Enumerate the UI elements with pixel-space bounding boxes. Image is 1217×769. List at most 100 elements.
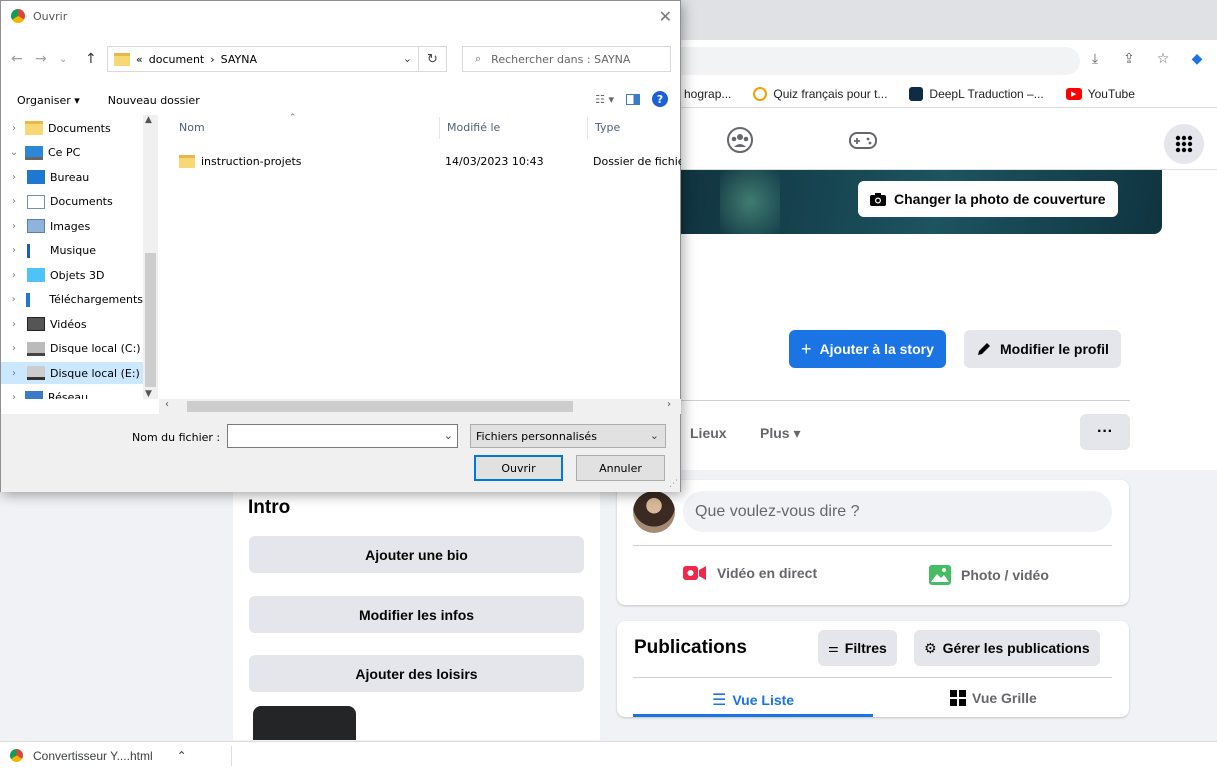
- expand-chevron-icon[interactable]: ›: [7, 245, 21, 256]
- bookmark-item[interactable]: Quiz français pour t...: [753, 86, 887, 101]
- list-icon: ☰: [712, 692, 727, 709]
- share-icon[interactable]: ⇪: [1121, 50, 1137, 66]
- tab-grid-view[interactable]: Vue Grille: [950, 690, 1037, 706]
- avatar[interactable]: [633, 491, 675, 533]
- expand-chevron-icon[interactable]: ⌄: [7, 147, 21, 158]
- grid-view-icon: [950, 690, 966, 706]
- help-icon[interactable]: ?: [652, 91, 668, 107]
- expand-chevron-icon[interactable]: ›: [7, 172, 21, 183]
- tree-item[interactable]: › Disque local (E:): [1, 362, 143, 384]
- expand-chevron-icon[interactable]: ›: [7, 221, 21, 232]
- horizontal-scrollbar-thumb[interactable]: [187, 401, 573, 412]
- tab-more[interactable]: Plus ▾: [760, 425, 800, 442]
- chevron-down-icon[interactable]: ⌄: [444, 429, 453, 442]
- add-bio-button[interactable]: Ajouter une bio: [249, 536, 584, 573]
- scroll-right-icon[interactable]: ›: [667, 399, 671, 410]
- install-icon[interactable]: ⤓: [1087, 50, 1103, 66]
- tree-item[interactable]: › Musique: [1, 240, 143, 262]
- open-button[interactable]: Ouvrir: [474, 455, 563, 481]
- photo-video-button[interactable]: Photo / vidéo: [929, 565, 1049, 585]
- extension-icon[interactable]: ◆: [1189, 50, 1205, 66]
- tree-item[interactable]: › Téléchargements: [1, 289, 143, 311]
- filename-input[interactable]: ⌄: [227, 424, 458, 448]
- breadcrumb-item[interactable]: SAYNA: [221, 53, 257, 66]
- edit-details-button[interactable]: Modifier les infos: [249, 596, 584, 633]
- search-input[interactable]: ⌕ Rechercher dans : SAYNA: [462, 46, 671, 72]
- expand-chevron-icon[interactable]: ›: [7, 319, 21, 330]
- download-icon: [26, 292, 44, 307]
- column-modified[interactable]: Modifié le: [447, 121, 500, 134]
- tree-item[interactable]: › Documents: [1, 117, 143, 139]
- expand-chevron-icon[interactable]: ›: [7, 392, 21, 399]
- tree-item[interactable]: › Images: [1, 215, 143, 237]
- tree-item[interactable]: › Bureau: [1, 166, 143, 188]
- view-options-icon[interactable]: ☷ ▾: [595, 93, 614, 106]
- tab-list-view[interactable]: ☰ Vue Liste: [712, 690, 794, 710]
- address-path[interactable]: « document › SAYNA ⌄: [107, 46, 419, 72]
- change-cover-button[interactable]: Changer la photo de couverture: [858, 181, 1118, 217]
- expand-chevron-icon[interactable]: ›: [7, 368, 21, 379]
- tab-places[interactable]: Lieux: [690, 425, 727, 441]
- forward-icon[interactable]: →: [35, 51, 47, 67]
- cancel-button[interactable]: Annuler: [576, 455, 665, 481]
- tree-item[interactable]: › Vidéos: [1, 313, 143, 335]
- preview-pane-icon[interactable]: [626, 93, 640, 105]
- bookmark-item[interactable]: ▶ YouTube: [1065, 87, 1135, 101]
- featured-thumbnail[interactable]: [253, 706, 356, 740]
- folder-icon: [25, 121, 43, 135]
- manage-posts-button[interactable]: ⚙ Gérer les publications: [914, 630, 1100, 666]
- expand-chevron-icon[interactable]: ›: [7, 196, 21, 207]
- expand-chevron-icon[interactable]: ›: [7, 123, 21, 134]
- grid-icon: [1175, 135, 1193, 153]
- filters-icon: ⚌: [828, 641, 839, 655]
- back-icon[interactable]: ←: [11, 51, 23, 67]
- expand-chevron-icon[interactable]: ›: [7, 343, 21, 354]
- tree-item[interactable]: › Objets 3D: [1, 264, 143, 286]
- youtube-icon: ▶: [1065, 87, 1082, 100]
- add-hobbies-button[interactable]: Ajouter des loisirs: [249, 655, 584, 692]
- computer-icon: [25, 145, 43, 160]
- groups-icon[interactable]: [726, 126, 754, 154]
- expand-chevron-icon[interactable]: ›: [7, 294, 20, 305]
- more-options-button[interactable]: ···: [1080, 414, 1130, 450]
- expand-chevron-icon[interactable]: ›: [7, 270, 21, 281]
- add-story-button[interactable]: + Ajouter à la story: [789, 330, 946, 368]
- tree-item[interactable]: ⌄ Ce PC: [1, 142, 143, 164]
- chevron-up-icon[interactable]: ⌃: [177, 749, 187, 763]
- file-row[interactable]: instruction-projets 14/03/2023 10:43 Dos…: [179, 151, 681, 171]
- resize-grip-icon[interactable]: ⋰: [669, 479, 678, 489]
- star-icon[interactable]: ☆: [1155, 50, 1171, 66]
- tree-item-label: Vidéos: [50, 317, 87, 331]
- column-type[interactable]: Type: [595, 121, 620, 134]
- tree-scrollbar-thumb[interactable]: [145, 253, 156, 387]
- tree-item[interactable]: › Disque local (C:): [1, 338, 143, 360]
- download-item[interactable]: Convertisseur Y....html ⌃: [0, 745, 232, 766]
- chevron-down-icon[interactable]: ⌄: [403, 52, 412, 65]
- videos-icon: [27, 317, 45, 331]
- column-name[interactable]: Nom: [179, 121, 205, 134]
- tree-item[interactable]: › Réseau: [1, 387, 143, 399]
- new-folder-button[interactable]: Nouveau dossier: [108, 94, 200, 107]
- up-icon[interactable]: ↑: [85, 51, 97, 67]
- close-icon[interactable]: ✕: [659, 7, 672, 26]
- live-video-button[interactable]: Vidéo en direct: [683, 565, 817, 581]
- history-chevron-icon[interactable]: ⌄: [59, 54, 67, 65]
- edit-profile-button[interactable]: Modifier le profil: [964, 330, 1121, 368]
- desktop-icon: [27, 170, 45, 184]
- scroll-left-icon[interactable]: ‹: [165, 399, 169, 410]
- scroll-up-icon[interactable]: ▲: [145, 115, 152, 125]
- column-divider[interactable]: [439, 117, 440, 139]
- bookmark-item[interactable]: DeepL Traduction –...: [909, 86, 1044, 101]
- column-divider[interactable]: [587, 117, 588, 139]
- organize-button[interactable]: Organiser ▾: [17, 94, 80, 107]
- composer-input[interactable]: Que voulez-vous dire ?: [683, 491, 1112, 532]
- refresh-icon[interactable]: ↻: [419, 46, 447, 72]
- bookmark-item[interactable]: hograp...: [684, 87, 731, 101]
- breadcrumb-item[interactable]: document: [149, 53, 205, 66]
- menu-grid-button[interactable]: [1164, 124, 1204, 164]
- filters-button[interactable]: ⚌ Filtres: [818, 630, 897, 666]
- tree-item[interactable]: › Documents: [1, 191, 143, 213]
- gaming-icon[interactable]: [848, 126, 877, 154]
- filetype-select[interactable]: Fichiers personnalisés ⌄: [470, 424, 666, 448]
- scroll-down-icon[interactable]: ▼: [145, 389, 152, 399]
